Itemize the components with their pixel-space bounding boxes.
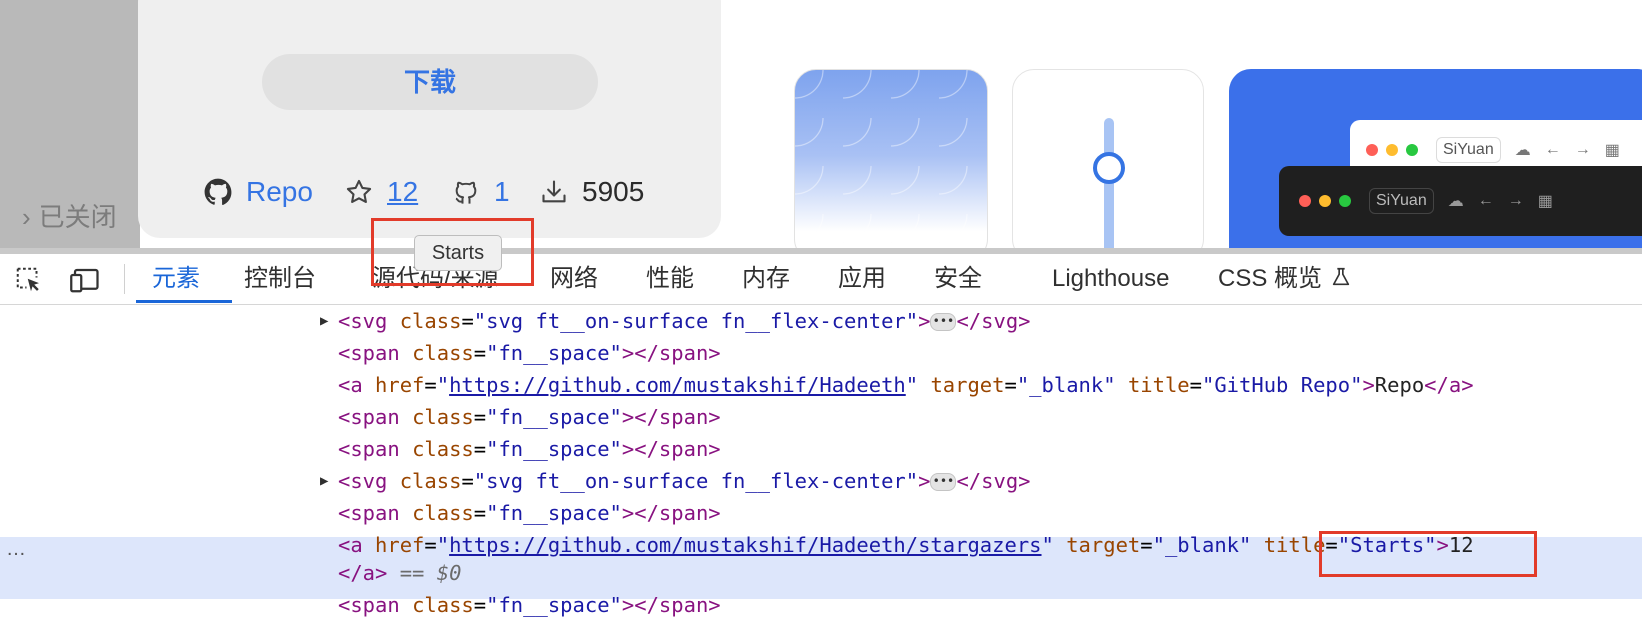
- download-button[interactable]: 下载: [262, 54, 598, 110]
- minimize-dot: [1319, 195, 1331, 207]
- cloud-icon: ☁: [1447, 193, 1464, 210]
- cloud-icon: ☁: [1514, 142, 1531, 159]
- pattern-preview-tile: [794, 69, 988, 248]
- calendar-icon: ▦: [1604, 142, 1620, 159]
- tab-security[interactable]: 安全: [934, 254, 982, 302]
- expand-triangle-icon[interactable]: ▶: [320, 465, 328, 497]
- annotation-box-tooltip: [371, 218, 534, 286]
- tab-memory[interactable]: 内存: [742, 254, 790, 302]
- expand-triangle-icon[interactable]: ▶: [320, 305, 328, 337]
- dom-line-span[interactable]: <span class="fn__space"></span>: [0, 497, 1642, 529]
- github-icon: [204, 178, 232, 205]
- stargazers-url-link[interactable]: https://github.com/mustakshif/Hadeeth/st…: [449, 533, 1041, 557]
- device-toolbar-icon[interactable]: [68, 265, 102, 295]
- experiment-flask-icon: [1332, 267, 1350, 286]
- annotation-box-title-attr: [1319, 531, 1537, 577]
- dom-line-span[interactable]: <span class="fn__space"></span>: [0, 433, 1642, 465]
- back-icon: ←: [1477, 192, 1494, 209]
- maximize-dot: [1339, 195, 1351, 207]
- back-icon: ←: [1544, 141, 1561, 158]
- workspace-select: SiYuan: [1436, 137, 1501, 163]
- collapsed-content-ellipsis[interactable]: •••: [930, 313, 957, 331]
- theme-preview-tile: SiYuan ☁ ← → ▦ SiYuan ☁ ← → ▦: [1229, 69, 1642, 248]
- repo-link-label: Repo: [246, 176, 313, 207]
- active-tab-indicator: [136, 300, 232, 303]
- maximize-dot: [1406, 144, 1418, 156]
- close-dot: [1366, 144, 1378, 156]
- devtools-toolbar: 元素 控制台 源代码/来源 网络 性能 内存 应用 安全 Lighthouse …: [0, 254, 1642, 305]
- tab-elements[interactable]: 元素: [152, 254, 200, 302]
- tab-lighthouse[interactable]: Lighthouse: [1052, 254, 1169, 302]
- repo-link[interactable]: Repo: [204, 172, 313, 212]
- node-actions-icon[interactable]: …: [6, 538, 26, 561]
- slider-knob: [1093, 152, 1125, 184]
- tab-css-overview[interactable]: CSS 概览: [1218, 254, 1352, 302]
- dom-line-span[interactable]: <span class="fn__space"></span>: [0, 589, 1642, 621]
- calendar-icon: ▦: [1537, 193, 1553, 210]
- dom-line-span[interactable]: <span class="fn__space"></span>: [0, 337, 1642, 369]
- tab-application[interactable]: 应用: [838, 254, 886, 302]
- dark-window-preview: SiYuan ☁ ← → ▦: [1279, 166, 1642, 236]
- inspect-element-icon[interactable]: [14, 265, 44, 295]
- close-dot: [1299, 195, 1311, 207]
- workspace-select: SiYuan: [1369, 188, 1434, 214]
- github-outline-icon: [455, 181, 477, 204]
- chevron-right-icon: ›: [22, 202, 31, 232]
- stars-link[interactable]: 12: [345, 172, 418, 212]
- collapsed-content-ellipsis[interactable]: •••: [930, 473, 957, 491]
- forward-icon: →: [1507, 192, 1524, 209]
- closed-section-label: 已关闭: [38, 202, 117, 232]
- star-icon: [346, 179, 372, 203]
- downloads-count: 5905: [582, 176, 645, 207]
- dom-line-svg[interactable]: ▶ <svg class="svg ft__on-surface fn__flex…: [0, 305, 1642, 337]
- slider-preview-tile: [1012, 69, 1204, 248]
- dom-line-svg[interactable]: ▶ <svg class="svg ft__on-surface fn__flex…: [0, 465, 1642, 497]
- stars-count: 12: [387, 176, 419, 207]
- minimize-dot: [1386, 144, 1398, 156]
- tab-console[interactable]: 控制台: [244, 254, 316, 302]
- forward-icon: →: [1574, 141, 1591, 158]
- page-viewport: › 已关闭 下载 Repo 12 1 5905 SiYuan ☁ ← → ▦ SiYua…: [0, 0, 1642, 248]
- closed-section-toggle[interactable]: › 已关闭: [22, 197, 117, 234]
- dom-line-repo-anchor[interactable]: <a href="https://github.com/mustakshif/H…: [0, 369, 1642, 401]
- tab-performance[interactable]: 性能: [646, 254, 694, 302]
- dom-line-span[interactable]: <span class="fn__space"></span>: [0, 401, 1642, 433]
- downloads-stat: 5905: [540, 172, 644, 212]
- forks-link[interactable]: 1: [452, 172, 510, 212]
- selected-node-marker: == $0: [399, 561, 462, 585]
- dom-tree: ▶ <svg class="svg ft__on-surface fn__flex…: [0, 305, 1642, 639]
- repo-url-link[interactable]: https://github.com/mustakshif/Hadeeth: [449, 373, 906, 397]
- tab-network[interactable]: 网络: [550, 254, 598, 302]
- download-icon: [542, 180, 566, 203]
- forks-count: 1: [494, 176, 510, 207]
- tab-css-overview-label: CSS 概览: [1218, 265, 1323, 292]
- toolbar-separator: [124, 264, 125, 294]
